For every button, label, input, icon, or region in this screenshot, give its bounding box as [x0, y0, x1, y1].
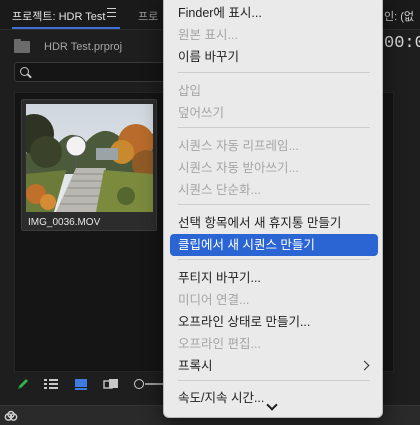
clip-thumbnail-image — [26, 104, 153, 212]
menu-item-new-bin-from-selection[interactable]: 선택 항목에서 새 휴지통 만들기 — [170, 212, 378, 234]
list-view-icon[interactable] — [44, 377, 58, 391]
right-panel-label: 인: (없 — [384, 11, 415, 23]
tab-secondary[interactable]: 프로 — [138, 8, 158, 24]
menu-separator — [178, 127, 370, 128]
clip-context-menu: Finder에 표시... 원본 표시... 이름 바꾸기 삽입 덮어쓰기 시퀀… — [163, 0, 383, 418]
zoom-slider-knob[interactable] — [134, 379, 144, 389]
clip-thumbnail-card[interactable]: IMG_0036.MOV — [21, 99, 157, 231]
menu-separator — [178, 204, 370, 205]
menu-item-proxy[interactable]: 프록시 — [170, 355, 378, 377]
menu-item-make-offline[interactable]: 오프라인 상태로 만들기... — [170, 311, 378, 333]
menu-item-simplify-sequence[interactable]: 시퀀스 단순화... — [170, 179, 378, 201]
menu-item-link-media[interactable]: 미디어 연결... — [170, 289, 378, 311]
active-tab-indicator — [12, 27, 120, 29]
menu-item-reveal-source[interactable]: 원본 표시... — [170, 24, 378, 46]
menu-item-replace-footage[interactable]: 푸티지 바꾸기... — [170, 267, 378, 289]
clip-name: IMG_0036.MOV — [28, 217, 101, 228]
search-icon — [20, 67, 29, 76]
icon-view-icon[interactable] — [74, 377, 88, 391]
zoom-slider-track — [145, 383, 165, 385]
chevron-right-icon — [359, 360, 370, 371]
pencil-icon[interactable] — [16, 377, 30, 391]
menu-item-rename[interactable]: 이름 바꾸기 — [170, 46, 378, 68]
panel-menu-icon[interactable] — [107, 8, 116, 17]
menu-item-auto-transcribe-sequence[interactable]: 시퀀스 자동 받아쓰기... — [170, 157, 378, 179]
menu-separator — [178, 72, 370, 73]
menu-separator — [178, 380, 370, 381]
freeform-view-icon[interactable] — [103, 377, 118, 391]
menu-item-overwrite[interactable]: 덮어쓰기 — [170, 102, 378, 124]
folder-bin-icon — [14, 39, 30, 53]
search-input[interactable] — [14, 62, 174, 82]
menu-separator — [178, 259, 370, 260]
menu-item-reveal-in-finder[interactable]: Finder에 표시... — [170, 2, 378, 24]
zoom-slider[interactable] — [134, 379, 166, 389]
menu-item-new-sequence-from-clip[interactable]: 클립에서 새 시퀀스 만들기 — [170, 234, 378, 256]
menu-item-edit-offline[interactable]: 오프라인 편집... — [170, 333, 378, 355]
creative-cloud-icon[interactable] — [4, 409, 18, 423]
menu-item-proxy-label: 프록시 — [178, 359, 213, 373]
menu-item-insert[interactable]: 삽입 — [170, 80, 378, 102]
menu-item-auto-reframe-sequence[interactable]: 시퀀스 자동 리프레임... — [170, 135, 378, 157]
project-path: HDR Test.prproj — [44, 41, 123, 53]
tab-project[interactable]: 프로젝트: HDR Test — [12, 8, 105, 24]
